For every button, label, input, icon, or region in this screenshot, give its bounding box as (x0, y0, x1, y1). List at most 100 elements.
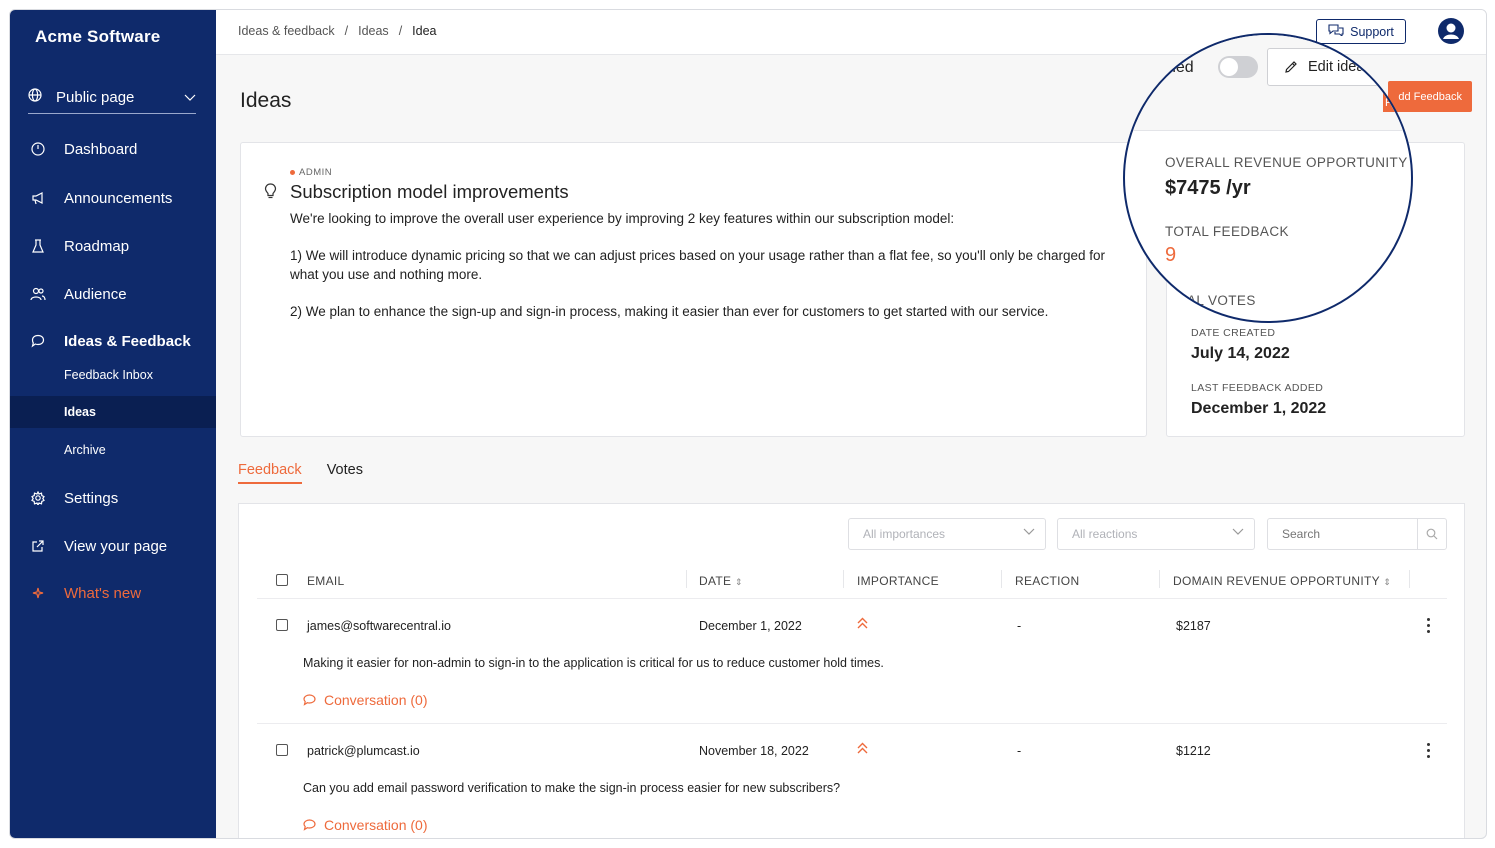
breadcrumb-separator: / (398, 24, 403, 38)
conversation-label: Conversation (0) (324, 692, 428, 708)
megaphone-icon (30, 190, 46, 206)
column-divider (1159, 570, 1160, 588)
sidebar-item-label: Ideas & Feedback (64, 332, 191, 350)
sidebar-item-label: Roadmap (64, 237, 130, 255)
lightbulb-icon (264, 183, 277, 205)
sidebar-item-label: Audience (64, 285, 127, 303)
column-header-date[interactable]: DATE ⇕ (699, 574, 743, 588)
conversation-link[interactable]: Conversation (0) (303, 692, 428, 708)
row-reaction: - (1017, 744, 1022, 758)
avatar[interactable] (1438, 18, 1464, 44)
brand-logo: Acme Software (35, 27, 161, 46)
public-page-label: Public page (56, 89, 135, 106)
sidebar-item-label: Settings (64, 489, 119, 507)
row-email: patrick@plumcast.io (307, 744, 420, 758)
users-icon (30, 286, 46, 302)
toggle-switch[interactable] (1218, 56, 1258, 78)
sidebar-item-roadmap[interactable]: Roadmap (30, 235, 129, 257)
magnified-card-edge (1125, 130, 1411, 131)
row-comment: Can you add email password verification … (303, 781, 841, 795)
reactions-filter[interactable]: All reactions (1057, 518, 1255, 550)
tab-feedback[interactable]: Feedback (238, 462, 302, 484)
search-input[interactable] (1268, 520, 1418, 548)
high-importance-icon (857, 742, 868, 757)
conversation-link[interactable]: Conversation (0) (303, 817, 428, 833)
row-checkbox[interactable] (276, 619, 288, 631)
dashboard-icon (30, 141, 46, 157)
sidebar-subitem-archive[interactable]: Archive (64, 440, 106, 460)
search-icon[interactable] (1417, 519, 1446, 549)
edit-idea-button[interactable]: Edit idea (1267, 48, 1397, 86)
chevron-down-icon (184, 89, 196, 107)
sidebar-item-announcements[interactable]: Announcements (30, 187, 172, 209)
sort-icon: ⇕ (1383, 577, 1392, 587)
date-created-label: DATE CREATED (1191, 327, 1276, 339)
revenue-value: $7475 /yr (1165, 177, 1251, 199)
idea-description: We're looking to improve the overall use… (290, 209, 1110, 339)
globe-icon (28, 88, 42, 107)
row-divider (257, 723, 1447, 724)
breadcrumb-ideas-feedback[interactable]: Ideas & feedback (238, 24, 335, 38)
public-page-select[interactable]: Public page (28, 82, 196, 114)
column-divider (843, 570, 844, 588)
sidebar: Acme Software Public page Dashboard Anno… (10, 10, 216, 838)
last-feedback-label: LAST FEEDBACK ADDED (1191, 382, 1324, 394)
breadcrumb-separator: / (344, 24, 349, 38)
row-revenue: $2187 (1176, 619, 1211, 633)
high-importance-icon (857, 617, 868, 632)
column-divider (1409, 570, 1410, 588)
breadcrumb-ideas[interactable]: Ideas (358, 24, 389, 38)
total-feedback-label: TOTAL FEEDBACK (1165, 224, 1289, 239)
row-menu-icon[interactable] (1427, 618, 1431, 636)
tab-votes[interactable]: Votes (327, 462, 363, 484)
feedback-table: All importances All reactions EMAIL DATE… (238, 503, 1465, 838)
column-header-revenue[interactable]: DOMAIN REVENUE OPPORTUNITY ⇕ (1173, 574, 1391, 588)
column-header-importance: IMPORTANCE (857, 574, 939, 588)
sidebar-item-dashboard[interactable]: Dashboard (30, 138, 137, 160)
sidebar-item-whats-new[interactable]: What's new (30, 582, 141, 604)
page-title: Ideas (240, 89, 292, 112)
revenue-label: OVERALL REVENUE OPPORTUNITY (1165, 155, 1408, 170)
row-comment: Making it easier for non-admin to sign-i… (303, 656, 884, 670)
sidebar-item-audience[interactable]: Audience (30, 283, 127, 305)
sidebar-item-label: View your page (64, 537, 168, 555)
sidebar-subitem-ideas[interactable]: Ideas (64, 402, 96, 422)
column-divider (1001, 570, 1002, 588)
sparkle-icon (30, 585, 46, 601)
sidebar-subitem-feedback-inbox[interactable]: Feedback Inbox (64, 365, 153, 385)
sidebar-item-ideas-feedback[interactable]: Ideas & Feedback (30, 330, 191, 352)
total-feedback-value: 9 (1165, 244, 1177, 266)
description-paragraph: 2) We plan to enhance the sign-up and si… (290, 304, 1049, 319)
sidebar-active-highlight (10, 396, 216, 428)
date-created-value: July 14, 2022 (1191, 345, 1290, 362)
select-all-checkbox[interactable] (276, 574, 288, 586)
sidebar-item-label: Dashboard (64, 140, 138, 158)
last-feedback-value: December 1, 2022 (1191, 400, 1327, 417)
chat-bubble-icon (303, 819, 316, 831)
row-reaction: - (1017, 619, 1022, 633)
idea-card: ADMIN Subscription model improvements We… (240, 142, 1147, 437)
magnifier-overlay: ned dd Feedback Edit idea OVERALL REVENU… (1123, 33, 1413, 323)
row-date: December 1, 2022 (699, 619, 802, 633)
sidebar-item-settings[interactable]: Settings (30, 487, 118, 509)
chat-bubble-icon (303, 694, 316, 706)
total-votes-label: AL VOTES (1187, 293, 1256, 308)
importance-filter[interactable]: All importances (848, 518, 1046, 550)
chevron-down-icon (1023, 528, 1035, 535)
row-date: November 18, 2022 (699, 744, 809, 758)
sidebar-item-label: Announcements (64, 189, 173, 207)
row-checkbox[interactable] (276, 744, 288, 756)
chevron-down-icon (1232, 528, 1244, 535)
breadcrumb: Ideas & feedback / Ideas / Idea (238, 24, 437, 38)
row-menu-icon[interactable] (1427, 743, 1431, 761)
sort-icon: ⇕ (734, 577, 743, 587)
column-header-email: EMAIL (307, 574, 345, 588)
gear-icon (30, 490, 46, 506)
description-paragraph: 1) We will introduce dynamic pricing so … (290, 248, 1106, 282)
chat-bubble-icon (30, 333, 46, 349)
flask-icon (30, 238, 46, 254)
user-icon (1443, 23, 1459, 39)
sidebar-item-view-page[interactable]: View your page (30, 535, 167, 557)
column-divider (686, 570, 687, 588)
breadcrumb-idea: Idea (412, 24, 437, 38)
